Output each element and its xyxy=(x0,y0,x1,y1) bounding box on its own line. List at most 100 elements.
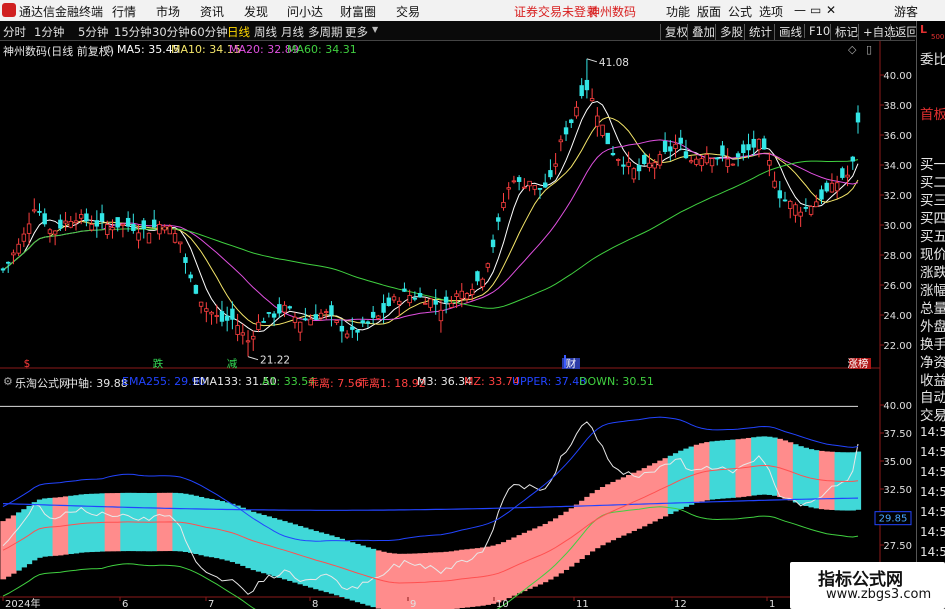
candle-body xyxy=(365,321,371,324)
candle-body xyxy=(94,220,100,227)
sidebar-item-11: 外盘 xyxy=(920,319,945,335)
event-marker: 涨榜 xyxy=(848,357,869,370)
candle-body xyxy=(266,312,272,314)
sidebar-item-10: 总量 xyxy=(920,301,945,317)
sidebar-item-0: 委比 xyxy=(920,52,945,68)
candle-body xyxy=(47,229,53,234)
candle-body xyxy=(329,305,334,316)
candle-body xyxy=(261,321,266,323)
candle-body xyxy=(824,182,829,192)
candle-body xyxy=(42,213,47,225)
sidebar-item-2: 买一 xyxy=(920,157,945,173)
sidebar-item-9: 涨幅 xyxy=(920,283,945,299)
band-segment xyxy=(438,552,445,609)
candle-body xyxy=(704,154,710,164)
ma60-line xyxy=(2,159,859,309)
candle-body xyxy=(803,207,809,209)
candle-body xyxy=(84,213,89,222)
candle-body xyxy=(720,145,725,156)
main-y-axis: 40.00 38.00 36.00 34.00 32.00 30.00 28.00 26.00… xyxy=(880,71,912,352)
low-price-label: 21.22 xyxy=(260,355,290,367)
candle-body xyxy=(850,156,855,162)
candle-body xyxy=(501,202,506,209)
candle-body xyxy=(480,278,485,288)
moving-average-lines xyxy=(2,100,859,333)
sidebar-item-19: 14:56 xyxy=(920,465,945,479)
sidebar-item-1[interactable]: 首板 xyxy=(920,103,945,123)
band-segment xyxy=(422,553,429,609)
x-tick-label: 8 xyxy=(312,599,318,609)
candle-body xyxy=(532,185,537,190)
ma10-line xyxy=(2,116,859,327)
candle-body xyxy=(647,162,652,168)
sidebar-item-15: 自动 xyxy=(920,390,945,406)
candle-body xyxy=(563,127,569,135)
ma5-line xyxy=(2,100,859,333)
candle-body xyxy=(819,189,824,200)
x-tick-label: 11 xyxy=(576,599,589,609)
candle-body xyxy=(407,295,412,304)
candle-body xyxy=(271,313,277,318)
candle-body xyxy=(282,304,287,313)
candle-body xyxy=(490,239,496,248)
sidebar-item-23: 14:56 xyxy=(920,545,945,559)
x-tick-label: 1 xyxy=(769,599,775,609)
candle-body xyxy=(605,132,610,145)
low-leader-line xyxy=(247,356,259,361)
candle-body xyxy=(6,261,11,264)
candle-body xyxy=(224,315,230,321)
candle-body xyxy=(240,332,246,336)
candle-body xyxy=(313,314,319,320)
candle-body xyxy=(32,209,37,212)
ind-y-tick-label: 35.00 xyxy=(883,457,912,468)
candle-body xyxy=(391,296,397,301)
candle-body xyxy=(303,318,308,321)
candle-body xyxy=(777,190,782,199)
candle-body xyxy=(746,144,751,151)
candle-body xyxy=(214,315,219,317)
candle-body xyxy=(204,308,209,312)
candle-body xyxy=(63,220,68,224)
watermark: 指标公式网 www.zbgs3.com xyxy=(790,562,945,609)
candle-body xyxy=(725,158,730,167)
candle-body xyxy=(829,182,835,193)
main-y-tick-label: 36.00 xyxy=(883,131,912,142)
candle-body xyxy=(37,210,42,213)
candle-body xyxy=(89,223,94,231)
candle-body xyxy=(26,223,32,234)
ind-y-tick-label: 27.50 xyxy=(883,541,912,552)
candle-body xyxy=(464,293,470,300)
candle-body xyxy=(58,219,63,229)
candle-body xyxy=(642,154,647,164)
event-marker: 减 xyxy=(227,358,238,370)
candle-body xyxy=(412,297,418,300)
sidebar-item-8: 涨跌 xyxy=(920,265,945,281)
candle-body xyxy=(542,182,548,188)
candle-body xyxy=(516,177,522,182)
candle-body xyxy=(110,227,115,231)
candle-body xyxy=(834,182,840,192)
candle-body xyxy=(496,217,501,222)
candle-body xyxy=(485,263,491,268)
candle-body xyxy=(433,300,438,305)
candle-body xyxy=(699,158,704,167)
candle-body xyxy=(584,79,590,91)
candle-body xyxy=(767,160,772,166)
candle-body xyxy=(673,143,678,149)
sidebar-item-5: 买四 xyxy=(920,211,945,227)
main-y-tick-label: 32.00 xyxy=(883,191,912,202)
candle-body xyxy=(438,309,444,322)
x-tick-label: 9 xyxy=(410,599,416,609)
candle-body xyxy=(52,230,58,235)
candle-body xyxy=(548,170,553,178)
chart-canvas[interactable]: 40.00 38.00 36.00 34.00 32.00 30.00 28.00 26.00… xyxy=(0,0,916,609)
candle-body xyxy=(657,154,663,166)
candle-body xyxy=(141,220,146,229)
candle-body xyxy=(730,163,736,166)
band-segment xyxy=(427,552,434,609)
main-y-tick-label: 24.00 xyxy=(883,311,912,322)
sidebar-item-18: 14:56 xyxy=(920,445,945,459)
sidebar-item-22: 14:56 xyxy=(920,525,945,539)
candle-body xyxy=(621,164,626,167)
indicator-bands xyxy=(0,436,862,609)
